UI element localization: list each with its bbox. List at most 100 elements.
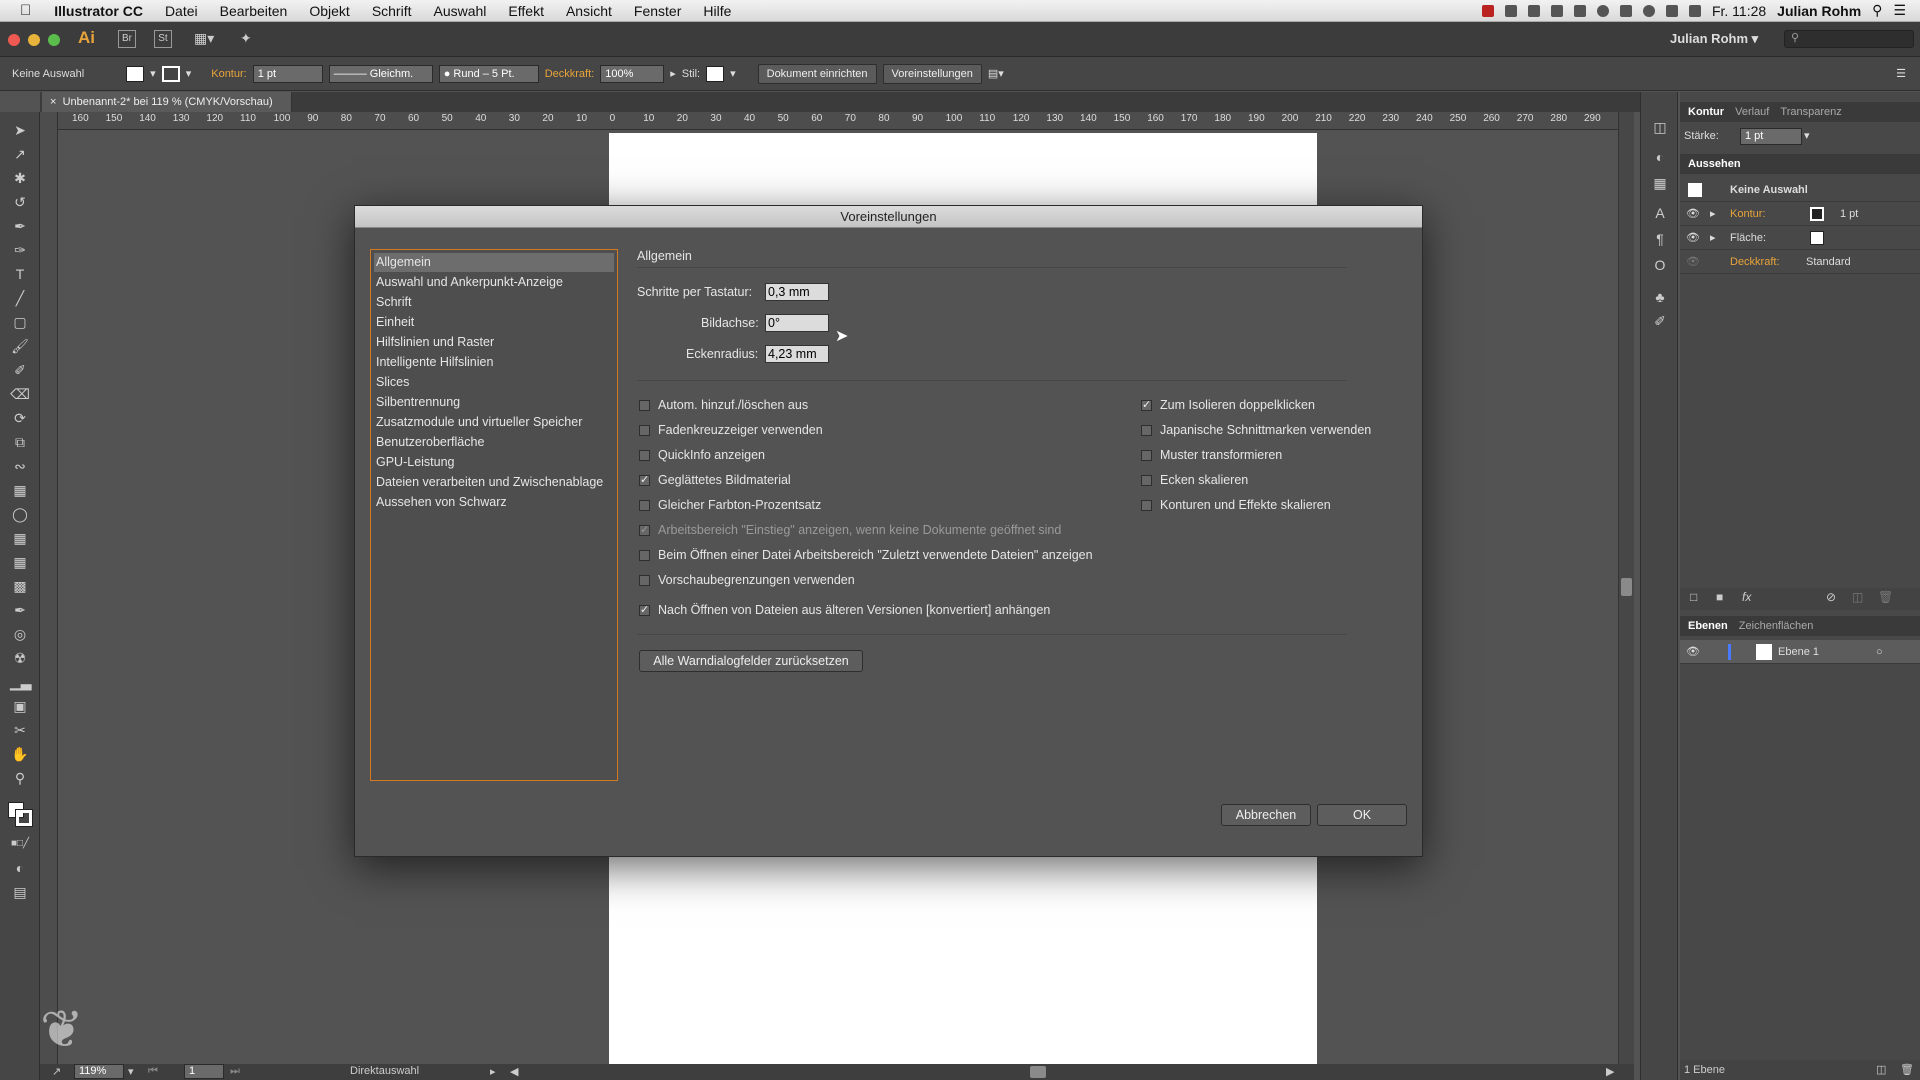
aussehen-flaeche-label[interactable]: Fläche:	[1730, 226, 1766, 250]
option-transform-patterns[interactable]: Muster transformieren	[1141, 446, 1282, 464]
gpu-icon[interactable]: ✦	[240, 30, 252, 47]
evernote-icon[interactable]	[1504, 4, 1517, 17]
scroll-thumb[interactable]	[1621, 578, 1632, 596]
first-artboard-icon[interactable]: ⏮	[148, 1065, 158, 1078]
staerke-input[interactable]: 1 pt	[1740, 128, 1802, 145]
zoom-window-icon[interactable]	[48, 34, 60, 46]
drawing-mode-icon[interactable]: ◐	[10, 858, 30, 878]
info-icon[interactable]	[1596, 4, 1609, 17]
tab-kontur[interactable]: Kontur	[1688, 106, 1724, 118]
style-swatch[interactable]	[706, 65, 725, 82]
selection-tool-icon[interactable]: ➤	[10, 120, 30, 140]
duplicate-item-icon[interactable]: ◫	[1852, 590, 1863, 604]
stock-button[interactable]: St	[154, 30, 172, 48]
aussehen-deckkraft-label[interactable]: Deckkraft:	[1730, 250, 1780, 274]
menu-ansicht[interactable]: Ansicht	[555, 3, 623, 19]
fill-swatch[interactable]	[126, 65, 145, 82]
aussehen-deckkraft-row[interactable]: 👁 Deckkraft: Standard	[1680, 250, 1920, 274]
layer-target-icon[interactable]: ○	[1876, 640, 1883, 664]
curvature-tool-icon[interactable]: ✑	[10, 240, 30, 260]
checkbox-quickinfo[interactable]	[639, 449, 650, 461]
ok-button[interactable]: OK	[1317, 804, 1407, 826]
type-tool-icon[interactable]: T	[10, 264, 30, 284]
menu-effekt[interactable]: Effekt	[497, 3, 555, 19]
option-quickinfo[interactable]: QuickInfo anzeigen	[639, 446, 765, 464]
clock[interactable]: Fr. 11:28	[1712, 3, 1766, 19]
style-dropdown-icon[interactable]: ▾	[730, 67, 736, 80]
workspace-switcher[interactable]: Julian Rohm ▾	[1670, 31, 1758, 47]
stroke-dropdown-icon[interactable]: ▾	[186, 67, 192, 80]
fill-dropdown-icon[interactable]: ▾	[150, 67, 156, 80]
artboard-number-input[interactable]: 1	[184, 1064, 224, 1079]
checkbox-transform-patterns[interactable]	[1141, 449, 1152, 461]
tab-verlauf[interactable]: Verlauf	[1735, 106, 1769, 118]
magic-wand-tool-icon[interactable]: ✱	[10, 168, 30, 188]
gradient-tool-icon[interactable]: ▩	[10, 576, 30, 596]
category-silbentrennung[interactable]: Silbentrennung	[374, 393, 614, 412]
expand-arrow-icon[interactable]: ▸	[1710, 226, 1716, 250]
tab-zeichenflaechen[interactable]: Zeichenflächen	[1739, 620, 1814, 632]
visibility-eye-icon[interactable]: 👁	[1686, 202, 1700, 226]
category-einheit[interactable]: Einheit	[374, 313, 614, 332]
free-transform-tool-icon[interactable]: ▦	[10, 480, 30, 500]
checkbox-recent-files-workspace[interactable]	[639, 549, 650, 561]
visibility-eye-icon[interactable]: 👁	[1686, 226, 1700, 250]
symbol-sprayer-tool-icon[interactable]: ☢	[10, 648, 30, 668]
menu-objekt[interactable]: Objekt	[298, 3, 360, 19]
category-slices[interactable]: Slices	[374, 373, 614, 392]
shape-builder-tool-icon[interactable]: ◯	[10, 504, 30, 524]
layer-row[interactable]: 👁 Ebene 1 ○	[1680, 640, 1920, 664]
status-arrow-icon[interactable]: ▸	[490, 1065, 496, 1078]
pen-tool-icon[interactable]: ✒	[10, 216, 30, 236]
reset-warnings-button[interactable]: Alle Warndialogfelder zurücksetzen	[639, 650, 863, 672]
zoom-dropdown-icon[interactable]: ▾	[128, 1065, 134, 1078]
clear-appearance-icon[interactable]: ⊘	[1826, 590, 1836, 604]
rotate-tool-icon[interactable]: ⟳	[10, 408, 30, 428]
eyedropper-tool-icon[interactable]: ✒	[10, 600, 30, 620]
new-fill-icon[interactable]: ■	[1716, 590, 1723, 604]
new-layer-icon[interactable]: ◫	[1876, 1060, 1886, 1080]
opacity-arrow-icon[interactable]: ▸	[670, 67, 676, 80]
menu-hilfe[interactable]: Hilfe	[692, 3, 742, 19]
category-gpu-leistung[interactable]: GPU-Leistung	[374, 453, 614, 472]
tab-transparenz[interactable]: Transparenz	[1780, 106, 1841, 118]
zoom-tool-icon[interactable]: ⚲	[10, 768, 30, 788]
close-window-icon[interactable]	[8, 34, 20, 46]
paragraph-icon[interactable]: ¶	[1651, 230, 1669, 248]
checkbox-append-converted[interactable]: ✓	[639, 604, 650, 616]
export-icon[interactable]: ↗	[52, 1065, 61, 1078]
new-stroke-icon[interactable]: □	[1690, 590, 1697, 604]
scale-tool-icon[interactable]: ⧉	[10, 432, 30, 452]
horizontal-scroll-thumb[interactable]	[1030, 1066, 1046, 1078]
arrange-documents-icon[interactable]: ▦▾	[194, 30, 220, 48]
option-scale-corners[interactable]: Ecken skalieren	[1141, 471, 1248, 489]
screen-mode-icon[interactable]: ▤	[10, 882, 30, 902]
character-icon[interactable]: A	[1651, 204, 1669, 222]
checkbox-antialiased-artwork[interactable]: ✓	[639, 474, 650, 486]
vertical-scrollbar[interactable]	[1618, 112, 1634, 1068]
artboard-tool-icon[interactable]: ▣	[10, 696, 30, 716]
close-tab-icon[interactable]: ×	[50, 96, 56, 108]
document-setup-button[interactable]: Dokument einrichten	[757, 63, 877, 84]
bridge-button[interactable]: Br	[118, 30, 136, 48]
search-field[interactable]: ⚲	[1784, 30, 1914, 48]
menu-auswahl[interactable]: Auswahl	[423, 3, 498, 19]
volume-icon[interactable]	[1688, 4, 1701, 17]
menu-fenster[interactable]: Fenster	[623, 3, 692, 19]
checkbox-japanese-crop-marks[interactable]	[1141, 424, 1152, 436]
aussehen-kontur-label[interactable]: Kontur:	[1730, 202, 1765, 226]
expand-arrow-icon[interactable]: ▸	[1710, 202, 1716, 226]
direct-selection-tool-icon[interactable]: ↗	[10, 144, 30, 164]
opacity-input[interactable]: 100%	[600, 64, 665, 83]
shaper-tool-icon[interactable]: ✐	[10, 360, 30, 380]
perspective-grid-tool-icon[interactable]: ▦	[10, 528, 30, 548]
menu-bearbeiten[interactable]: Bearbeiten	[209, 3, 299, 19]
menu-app-name[interactable]: Illustrator CC	[43, 3, 154, 19]
option-scale-strokes-effects[interactable]: Konturen und Effekte skalieren	[1141, 496, 1331, 514]
warp-tool-icon[interactable]: ∾	[10, 456, 30, 476]
vertical-ruler[interactable]	[40, 112, 58, 1068]
staerke-dropdown-icon[interactable]: ▾	[1804, 129, 1810, 142]
aussehen-flaeche-swatch[interactable]	[1810, 231, 1824, 245]
fill-stroke-swatches[interactable]	[6, 800, 34, 827]
swatches-icon[interactable]: ▦	[1651, 174, 1669, 192]
